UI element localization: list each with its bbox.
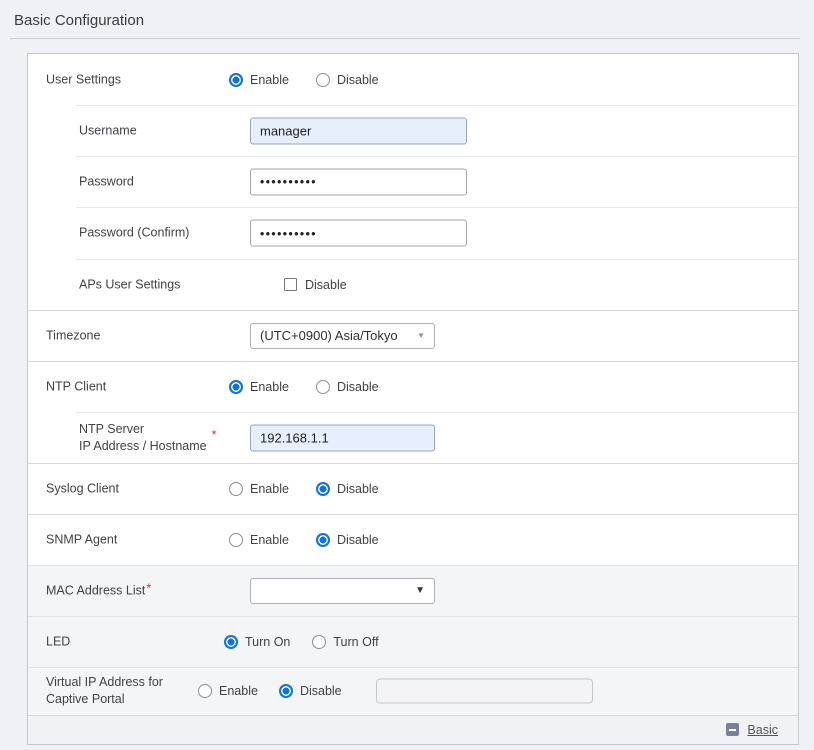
option-label: Disable — [337, 73, 379, 87]
radio-checked-icon — [316, 533, 330, 547]
option-label: Disable — [337, 380, 379, 394]
ntp-server-input[interactable] — [250, 424, 435, 451]
row-username: Username — [28, 105, 798, 156]
password-confirm-label: Password (Confirm) — [79, 225, 189, 242]
row-led: LED Turn On Turn Off — [28, 616, 798, 667]
chevron-down-icon: ▼ — [417, 332, 425, 340]
virtual-ip-disable-option[interactable]: Disable — [279, 684, 342, 698]
radio-unchecked-icon — [229, 533, 243, 547]
syslog-client-radio-group: Enable Disable — [229, 482, 379, 496]
syslog-client-disable-option[interactable]: Disable — [316, 482, 379, 496]
checkbox-unchecked-icon — [284, 278, 297, 291]
user-settings-radio-group: Enable Disable — [229, 73, 379, 87]
radio-unchecked-icon — [316, 73, 330, 87]
ntp-client-label: NTP Client — [46, 378, 106, 395]
option-label: Disable — [337, 482, 379, 496]
password-confirm-input[interactable] — [250, 220, 467, 247]
aps-user-settings-checkbox-option[interactable]: Disable — [284, 278, 347, 292]
minus-bar — [729, 729, 736, 731]
ntp-client-radio-group: Enable Disable — [229, 380, 379, 394]
ntp-client-disable-option[interactable]: Disable — [316, 380, 379, 394]
collapse-minus-icon[interactable] — [726, 723, 739, 736]
row-ntp-server: NTP Server IP Address / Hostname * — [28, 412, 798, 463]
option-label: Turn On — [245, 635, 290, 649]
syslog-client-enable-option[interactable]: Enable — [229, 482, 289, 496]
row-ntp-client: NTP Client Enable Disable — [28, 361, 798, 412]
radio-unchecked-icon — [312, 635, 326, 649]
row-password-confirm: Password (Confirm) — [28, 207, 798, 259]
row-user-settings: User Settings Enable Disable — [28, 54, 798, 105]
radio-checked-icon — [224, 635, 238, 649]
password-label: Password — [79, 173, 134, 190]
row-timezone: Timezone (UTC+0900) Asia/Tokyo ▼ — [28, 310, 798, 361]
radio-checked-icon — [229, 380, 243, 394]
timezone-selected-value: (UTC+0900) Asia/Tokyo — [260, 328, 398, 343]
row-snmp-agent: SNMP Agent Enable Disable — [28, 514, 798, 565]
username-label: Username — [79, 122, 137, 139]
option-label: Enable — [219, 684, 258, 698]
snmp-agent-label: SNMP Agent — [46, 531, 117, 548]
mac-address-list-select[interactable]: ▼ — [250, 578, 435, 604]
aps-user-settings-label: APs User Settings — [79, 276, 180, 293]
radio-checked-icon — [279, 684, 293, 698]
required-asterisk: * — [212, 427, 217, 444]
virtual-ip-radio-group: Enable Disable — [198, 684, 342, 698]
row-aps-user-settings: APs User Settings Disable — [28, 259, 798, 310]
virtual-ip-label: Virtual IP Address for Captive Portal — [46, 674, 163, 708]
basic-configuration-panel: User Settings Enable Disable Username Pa… — [27, 53, 799, 745]
timezone-label: Timezone — [46, 327, 100, 344]
option-label: Enable — [250, 73, 289, 87]
snmp-agent-radio-group: Enable Disable — [229, 533, 379, 547]
option-label: Enable — [250, 533, 289, 547]
snmp-agent-disable-option[interactable]: Disable — [316, 533, 379, 547]
ntp-client-enable-option[interactable]: Enable — [229, 380, 289, 394]
radio-unchecked-icon — [198, 684, 212, 698]
radio-unchecked-icon — [316, 380, 330, 394]
virtual-ip-enable-option[interactable]: Enable — [198, 684, 258, 698]
led-turn-on-option[interactable]: Turn On — [224, 635, 290, 649]
virtual-ip-label-lines: Virtual IP Address for Captive Portal — [46, 674, 163, 708]
timezone-select[interactable]: (UTC+0900) Asia/Tokyo ▼ — [250, 323, 435, 349]
option-label: Enable — [250, 482, 289, 496]
panel-footer: Basic — [28, 715, 798, 744]
option-label: Disable — [337, 533, 379, 547]
page-title: Basic Configuration — [14, 12, 144, 29]
ntp-server-label: NTP Server IP Address / Hostname * — [79, 421, 217, 455]
ntp-server-label-lines: NTP Server IP Address / Hostname — [79, 421, 207, 455]
radio-unchecked-icon — [229, 482, 243, 496]
checkbox-label: Disable — [305, 278, 347, 292]
username-input[interactable] — [250, 117, 467, 144]
option-label: Disable — [300, 684, 342, 698]
user-settings-disable-option[interactable]: Disable — [316, 73, 379, 87]
required-asterisk: * — [146, 580, 151, 597]
radio-checked-icon — [229, 73, 243, 87]
led-turn-off-option[interactable]: Turn Off — [312, 635, 378, 649]
user-settings-enable-option[interactable]: Enable — [229, 73, 289, 87]
row-password: Password — [28, 156, 798, 207]
title-divider — [10, 38, 800, 39]
basic-section-link[interactable]: Basic — [747, 723, 778, 737]
syslog-client-label: Syslog Client — [46, 480, 119, 497]
chevron-down-icon: ▼ — [415, 586, 425, 596]
led-radio-group: Turn On Turn Off — [224, 635, 379, 649]
led-label: LED — [46, 633, 70, 650]
snmp-agent-enable-option[interactable]: Enable — [229, 533, 289, 547]
row-virtual-ip: Virtual IP Address for Captive Portal En… — [28, 667, 798, 715]
user-settings-label: User Settings — [46, 71, 121, 88]
row-mac-address-list: MAC Address List * ▼ — [28, 565, 798, 616]
row-syslog-client: Syslog Client Enable Disable — [28, 463, 798, 514]
option-label: Enable — [250, 380, 289, 394]
radio-checked-icon — [316, 482, 330, 496]
virtual-ip-input — [376, 679, 593, 704]
mac-address-list-label: MAC Address List * — [46, 582, 151, 599]
password-input[interactable] — [250, 168, 467, 195]
option-label: Turn Off — [333, 635, 378, 649]
